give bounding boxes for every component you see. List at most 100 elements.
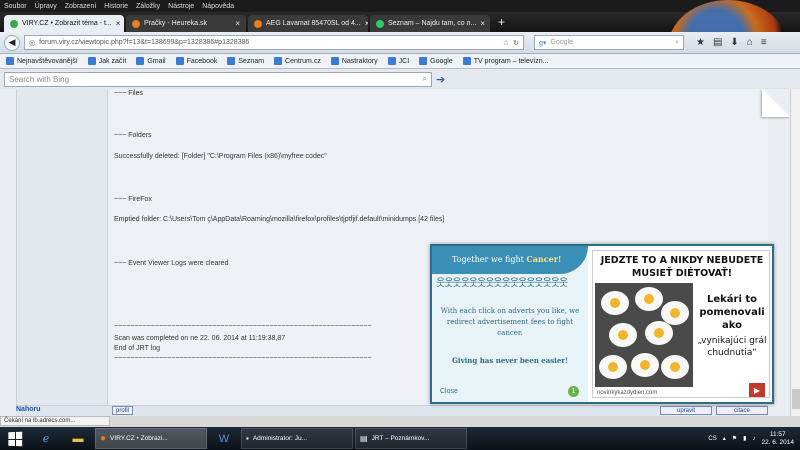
bookmarks-bar: Nejnavštěvovanější Jak začít Gmail Facebook… xyxy=(0,54,800,69)
ad-subtitle-quote: „vynikajúci grál chudnutia" xyxy=(697,336,767,358)
close-tab-icon[interactable]: × xyxy=(235,19,240,28)
new-tab-button[interactable]: + xyxy=(492,15,511,32)
bookmark-favicon-icon xyxy=(6,57,14,65)
menu-icon[interactable]: ≡ xyxy=(761,37,767,48)
arrow-right-icon[interactable]: ➔ xyxy=(436,73,445,86)
taskbar-item-cmd[interactable]: ▪ Administrator: Ju... xyxy=(241,428,353,449)
search-icon[interactable]: ⌕ xyxy=(675,39,679,47)
back-button[interactable]: ◀ xyxy=(4,34,20,51)
ad-charity-panel: Together we fight Cancer! 웃웃웃웃웃웃웃웃웃웃웃웃웃웃… xyxy=(432,246,588,402)
bookmark-label: Nejnavštěvovanější xyxy=(17,57,78,65)
navigation-bar: ◀ ◎ forum.viry.cz/viewtopic.php?f=13&t=1… xyxy=(0,32,800,54)
close-tab-icon[interactable]: × xyxy=(116,19,121,28)
tab-label: VIRY.CZ • Zobrazit téma - t... xyxy=(22,20,112,27)
top-link[interactable]: Nahoru xyxy=(16,406,41,413)
edit-button[interactable]: upravit xyxy=(660,406,712,415)
taskbar-item-firefox[interactable]: ● VIRY.CZ • Zobrazi... xyxy=(95,428,207,449)
bookmark-label: Gmail xyxy=(147,57,166,65)
bookmark-favicon-icon xyxy=(274,57,283,65)
bookmark-label: Nastraktory xyxy=(341,57,378,65)
bing-search-input[interactable]: Search with Bing ⌕ xyxy=(4,71,432,87)
taskbar-item-notepad[interactable]: ▤ JRT – Poznámkov... xyxy=(355,428,467,449)
close-tab-icon[interactable]: × xyxy=(365,19,368,28)
menu-item[interactable]: Záložky xyxy=(136,3,160,10)
post-line: Scan was completed on ne 22. 06. 2014 at… xyxy=(114,335,286,342)
bookmark-favicon-icon xyxy=(462,57,471,65)
bookmark-item[interactable]: Centrum.cz xyxy=(274,57,321,65)
menu-item[interactable]: Úpravy xyxy=(35,3,57,10)
ad-close-link[interactable]: Close xyxy=(440,388,458,395)
bookmark-favicon-icon xyxy=(136,57,145,65)
ie-icon[interactable]: ℯ xyxy=(31,428,61,449)
menu-item[interactable]: Soubor xyxy=(4,3,27,10)
ad-count-badge: 1 xyxy=(568,386,579,397)
status-bar: Čekání na lb.adrecs.com... xyxy=(0,416,110,426)
menu-item[interactable]: Historie xyxy=(104,3,128,10)
menu-item[interactable]: Nástroje xyxy=(168,3,194,10)
cmd-icon: ▪ xyxy=(246,434,249,443)
bookmark-label: Jak začít xyxy=(98,57,127,65)
tab-label: Pračky - Heureka.sk xyxy=(144,20,208,27)
bookmark-item[interactable]: Seznam xyxy=(227,57,264,65)
home-icon[interactable]: ⌂ xyxy=(747,37,753,48)
flag-icon[interactable]: ⚑ xyxy=(732,435,737,442)
menu-item[interactable]: Zobrazení xyxy=(65,3,97,10)
profile-button[interactable]: profil xyxy=(112,406,134,415)
menu-item[interactable]: Nápověda xyxy=(202,3,234,10)
search-input[interactable]: g▾ Google ⌕ xyxy=(534,35,684,50)
bookmark-item[interactable]: TV program – televízn... xyxy=(462,57,549,65)
page-peel-corner[interactable] xyxy=(762,89,790,117)
ad-banner[interactable]: JEDZTE TO A NIKDY NEBUDETE MUSIEŤ DIÉTOV… xyxy=(592,250,770,398)
browser-tab[interactable]: AEG Lavamat 85470SL od 4... × xyxy=(248,15,368,32)
network-icon[interactable]: ▮ xyxy=(743,435,746,442)
scrollbar[interactable] xyxy=(790,89,800,416)
close-tab-icon[interactable]: × xyxy=(480,19,485,28)
bookmark-label: Seznam xyxy=(238,57,265,65)
bookmark-item[interactable]: Facebook xyxy=(175,57,218,65)
post-line: Emptied folder: C:\Users\Tom ç\AppData\R… xyxy=(114,216,445,223)
browser-tab[interactable]: VIRY.CZ • Zobrazit téma - t... × xyxy=(4,15,124,32)
ad-popup[interactable]: Together we fight Cancer! 웃웃웃웃웃웃웃웃웃웃웃웃웃웃… xyxy=(430,244,774,404)
firefox-icon: ● xyxy=(100,433,107,444)
browser-tab[interactable]: Pračky - Heureka.sk × xyxy=(126,15,246,32)
favicon-icon xyxy=(254,19,262,28)
bookmark-item[interactable]: Google xyxy=(419,57,453,65)
folder-icon[interactable]: ▬ xyxy=(63,428,93,449)
bookmark-item[interactable]: Nejnavštěvovanější xyxy=(6,57,78,65)
scrollbar-thumb[interactable] xyxy=(792,389,800,409)
tray-arrow-icon[interactable]: ▴ xyxy=(723,435,726,442)
bookmark-item[interactable]: Jak začít xyxy=(87,57,127,65)
ad-title: JEDZTE TO A NIKDY NEBUDETE MUSIEŤ DIÉTOV… xyxy=(600,255,764,279)
bookmark-label: TV program – televízn... xyxy=(473,57,549,65)
favicon-icon xyxy=(132,19,140,28)
bookmark-star-icon[interactable]: ★ xyxy=(696,37,705,48)
url-bar[interactable]: ◎ forum.viry.cz/viewtopic.php?f=13&t=138… xyxy=(24,35,524,50)
download-icon[interactable]: ⬇ xyxy=(730,37,738,48)
bookmarks-list-icon[interactable]: ▤ xyxy=(713,37,722,48)
bookmark-item[interactable]: JCI xyxy=(387,57,409,65)
post-line: ~~~~~~~~~~~~~~~~~~~~~~~~~~~~~~~~~~~~~~~~… xyxy=(114,355,372,362)
bookmark-item[interactable]: Gmail xyxy=(136,57,166,65)
play-icon[interactable]: ▶ xyxy=(749,383,765,397)
ad-charity-slogan: Giving has never been easier! xyxy=(451,356,569,365)
reload-icon[interactable]: ↻ xyxy=(513,39,519,47)
bookmark-item[interactable]: Nastraktory xyxy=(330,57,378,65)
start-button[interactable] xyxy=(0,427,30,450)
tab-label: AEG Lavamat 85470SL od 4... xyxy=(266,20,361,27)
people-chain-icon: 웃웃웃웃웃웃웃웃웃웃웃웃웃웃웃웃 xyxy=(436,278,568,289)
bookmark-favicon-icon xyxy=(419,57,428,65)
bookmark-favicon-icon xyxy=(330,57,339,65)
language-indicator[interactable]: CS xyxy=(708,436,716,442)
menu-bar: Soubor Úpravy Zobrazení Historie Záložky Nást… xyxy=(0,0,800,12)
browser-tab[interactable]: Seznam – Najdu tam, co n... × xyxy=(370,15,490,32)
post-author-column xyxy=(16,89,108,405)
volume-icon[interactable]: ♪ xyxy=(752,436,755,442)
toolbar-icons: ★ ▤ ⬇ ⌂ ≡ xyxy=(696,37,767,48)
star-icon[interactable]: ☆ xyxy=(503,39,509,47)
bookmark-label: Facebook xyxy=(186,57,218,65)
search-icon[interactable]: ⌕ xyxy=(423,74,427,84)
clock[interactable]: 11:57 22. 6. 2014 xyxy=(761,431,794,447)
post-line: ~~~~~~~~~~~~~~~~~~~~~~~~~~~~~~~~~~~~~~~~… xyxy=(114,323,372,330)
quote-button[interactable]: citace xyxy=(716,406,768,415)
word-icon[interactable]: W xyxy=(209,428,239,449)
